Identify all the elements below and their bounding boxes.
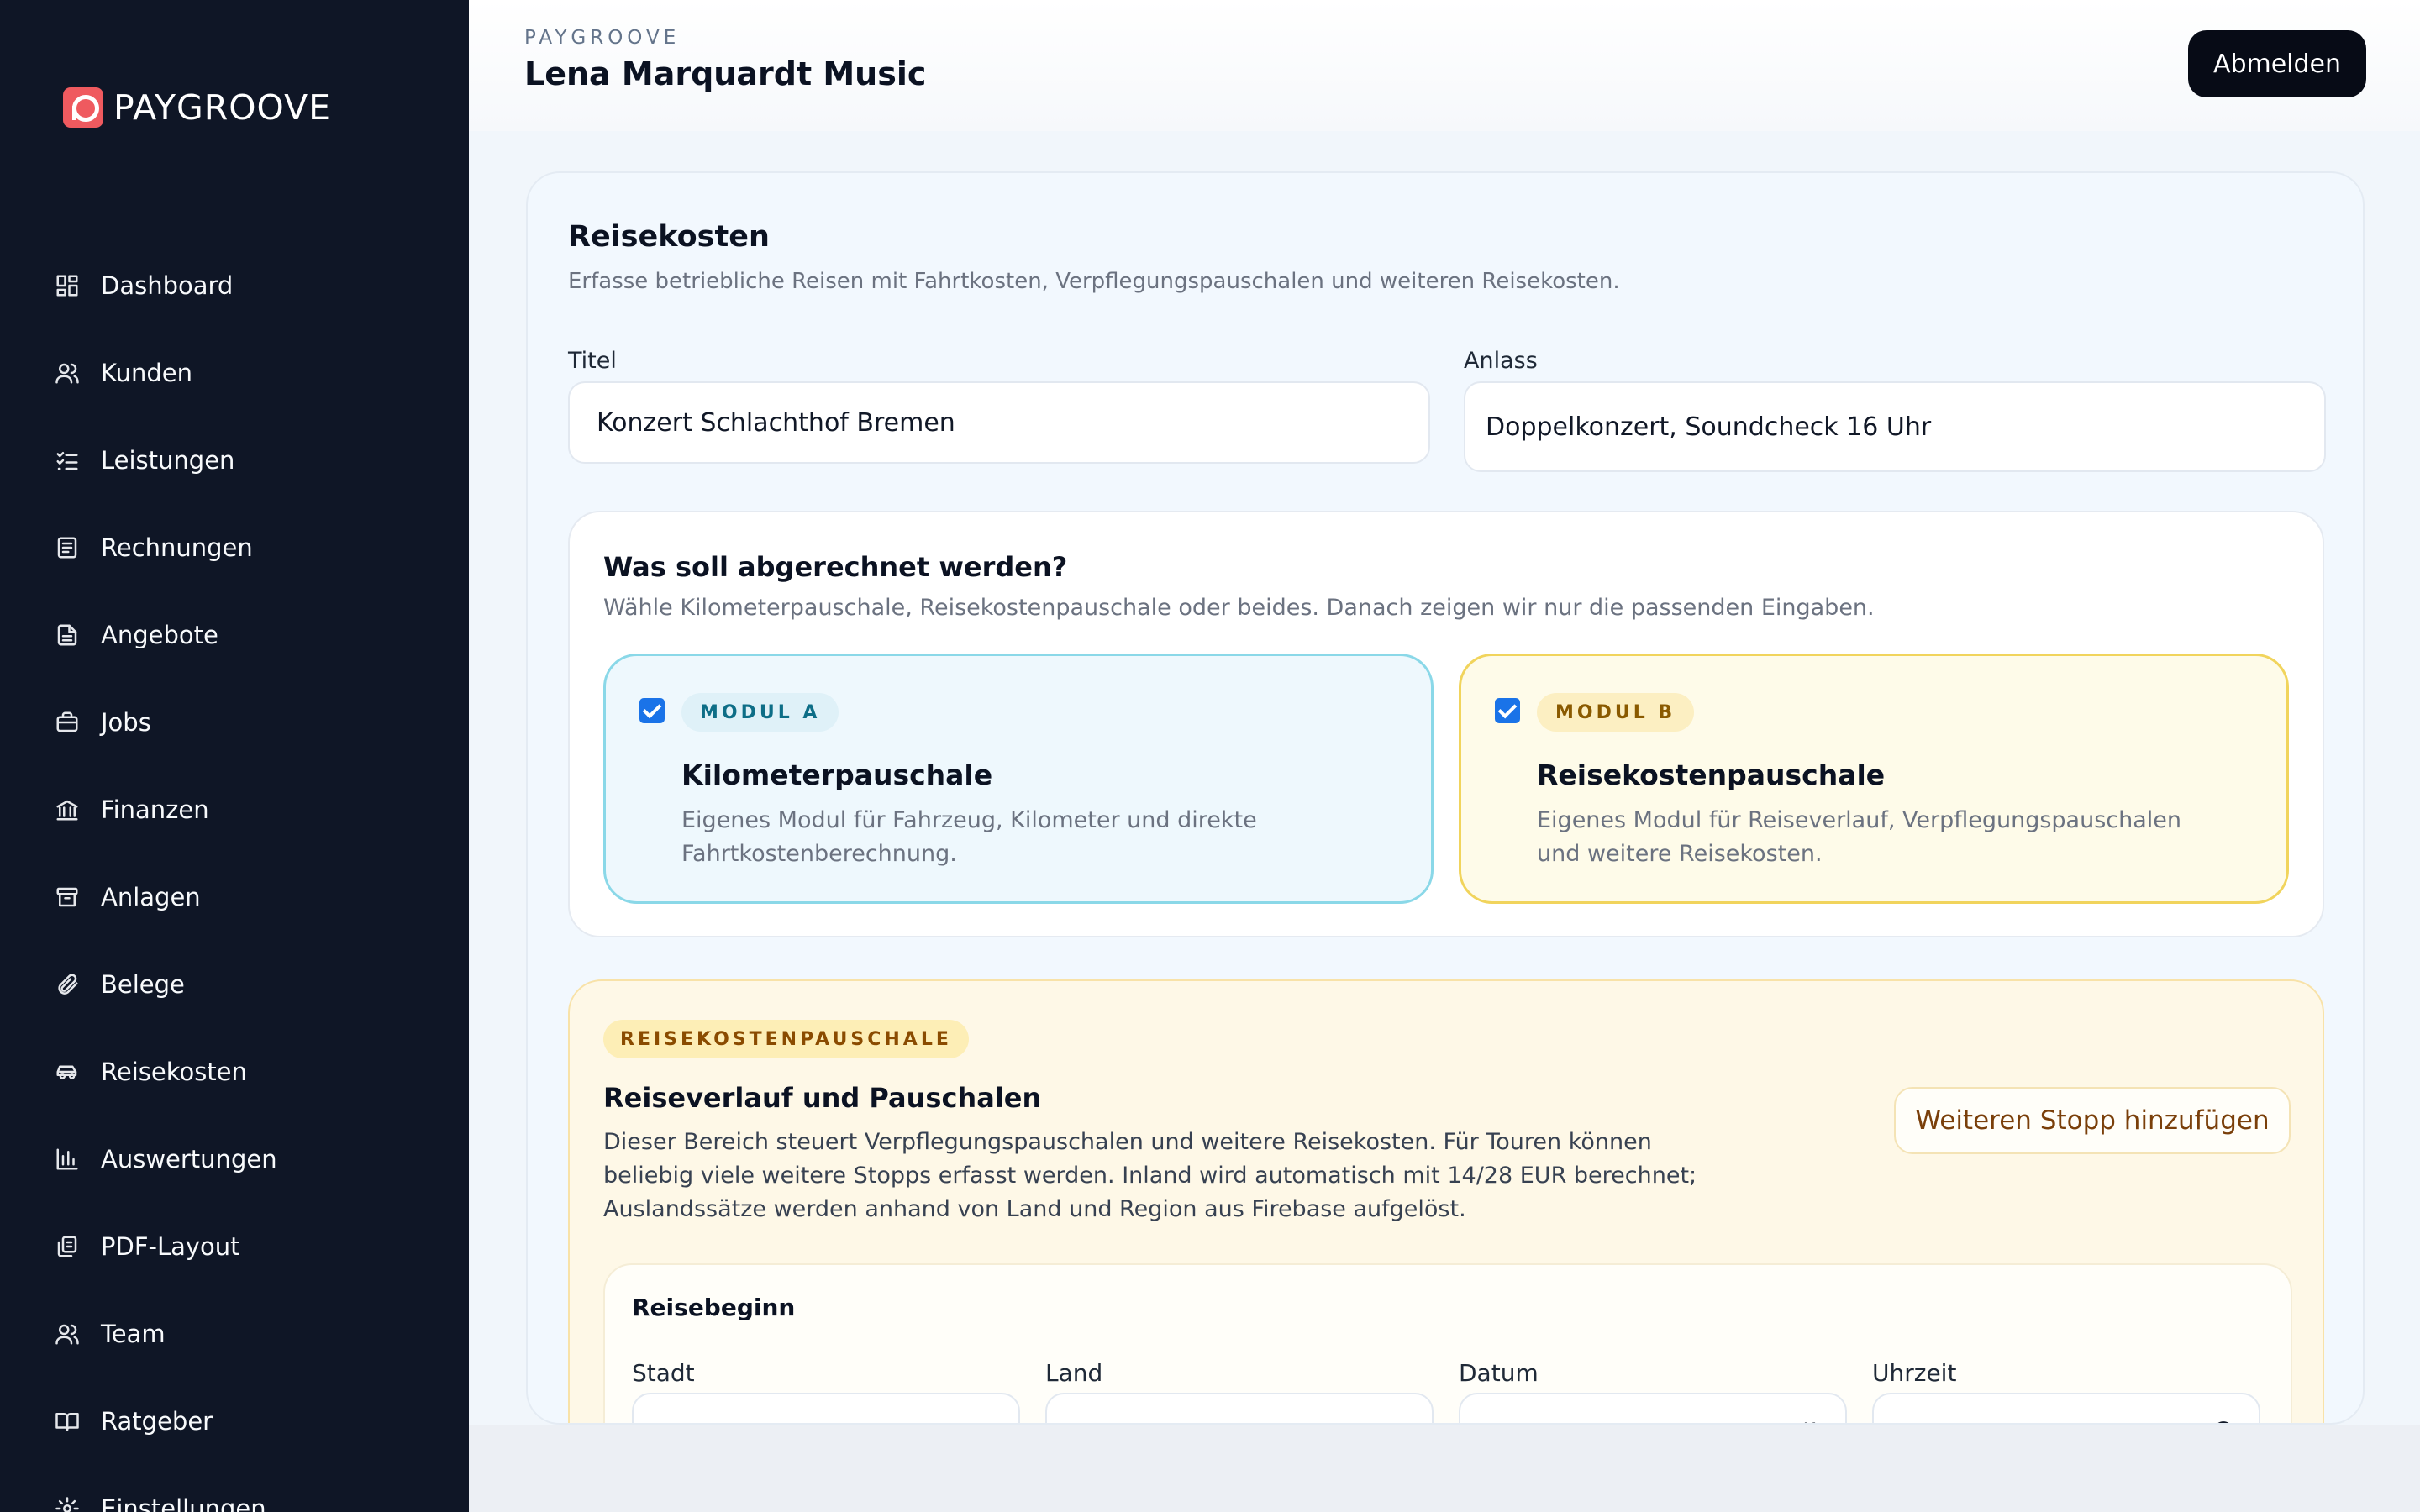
sidebar-item-label: Ratgeber xyxy=(101,1407,213,1436)
top-bar: PAYGROOVE Lena Marquardt Music Abmelden xyxy=(469,0,2420,131)
sidebar-item-label: Finanzen xyxy=(101,795,209,824)
sidebar-item-anlagen[interactable]: Anlagen xyxy=(0,853,469,941)
bottom-strip xyxy=(469,1425,2420,1512)
document-icon xyxy=(54,622,81,648)
sidebar-item-leistungen[interactable]: Leistungen xyxy=(0,417,469,504)
reisekostenpauschale-section: REISEKOSTENPAUSCHALE Reiseverlauf und Pa… xyxy=(568,979,2324,1423)
gear-icon xyxy=(54,1495,81,1512)
land-select[interactable] xyxy=(1045,1393,1434,1423)
sidebar-item-finanzen[interactable]: Finanzen xyxy=(0,766,469,853)
stadt-label: Stadt xyxy=(632,1359,695,1387)
sidebar-item-label: Anlagen xyxy=(101,883,201,911)
datum-input[interactable] xyxy=(1459,1393,1847,1423)
sidebar-item-label: Leistungen xyxy=(101,446,235,475)
sidebar-item-team[interactable]: Team xyxy=(0,1290,469,1378)
sidebar-item-ratgeber[interactable]: Ratgeber xyxy=(0,1378,469,1465)
land-label: Land xyxy=(1045,1359,1103,1387)
sidebar-item-reisekosten[interactable]: Reisekosten xyxy=(0,1028,469,1116)
kilometerpauschale-checkbox[interactable] xyxy=(639,698,665,723)
sidebar-item-label: Team xyxy=(101,1320,166,1348)
anlass-input[interactable] xyxy=(1464,381,2326,472)
paygroove-logo-icon xyxy=(63,87,103,128)
car-icon xyxy=(54,1058,81,1085)
sidebar-item-dashboard[interactable]: Dashboard xyxy=(0,242,469,329)
uhrzeit-label: Uhrzeit xyxy=(1872,1359,1957,1387)
sidebar-nav: Dashboard Kunden Leistungen Rechnungen A… xyxy=(0,242,469,1512)
sidebar: PAYGROOVE Dashboard Kunden Leistungen Re… xyxy=(0,0,469,1512)
main-area: PAYGROOVE Lena Marquardt Music Abmelden … xyxy=(469,0,2420,1512)
sidebar-item-label: Dashboard xyxy=(101,271,234,300)
sidebar-item-label: Rechnungen xyxy=(101,533,253,562)
datum-label: Datum xyxy=(1459,1359,1539,1387)
module-description: Eigenes Modul für Reiseverlauf, Verpfleg… xyxy=(1537,807,2181,867)
module-badge: MODUL B xyxy=(1537,693,1695,732)
reisekostenpauschale-checkbox[interactable] xyxy=(1495,698,1520,723)
module-title: Reisekostenpauschale xyxy=(1537,759,1886,791)
module-reisekostenpauschale[interactable]: MODUL B Reisekostenpauschale Eigenes Mod… xyxy=(1459,654,2289,904)
clock-icon[interactable] xyxy=(2212,1420,2235,1423)
sidebar-item-auswertungen[interactable]: Auswertungen xyxy=(0,1116,469,1203)
brand-kicker: PAYGROOVE xyxy=(524,27,681,49)
module-badge: MODUL A xyxy=(681,693,839,732)
dashboard-icon xyxy=(54,272,81,299)
brand-logo[interactable]: PAYGROOVE xyxy=(63,87,331,128)
sidebar-item-label: Reisekosten xyxy=(101,1058,247,1086)
sidebar-item-label: Auswertungen xyxy=(101,1145,277,1173)
archive-icon xyxy=(54,884,81,911)
sidebar-item-jobs[interactable]: Jobs xyxy=(0,679,469,766)
sidebar-item-rechnungen[interactable]: Rechnungen xyxy=(0,504,469,591)
add-stop-button[interactable]: Weiteren Stopp hinzufügen xyxy=(1894,1087,2291,1154)
team-icon xyxy=(54,1320,81,1347)
reisebeginn-card: Reisebeginn Stadt Land Datum Uhrzeit xyxy=(603,1263,2292,1423)
module-description: Eigenes Modul für Fahrzeug, Kilometer un… xyxy=(681,807,1257,867)
anlass-label: Anlass xyxy=(1464,348,1538,374)
stadt-input[interactable] xyxy=(632,1393,1020,1423)
module-title: Kilometerpauschale xyxy=(681,759,993,791)
sidebar-item-kunden[interactable]: Kunden xyxy=(0,329,469,417)
billing-question: Was soll abgerechnet werden? xyxy=(603,551,1068,583)
page-subtitle: Erfasse betriebliche Reisen mit Fahrtkos… xyxy=(568,269,1620,294)
calendar-icon[interactable] xyxy=(1798,1420,1822,1423)
sidebar-item-pdf-layout[interactable]: PDF-Layout xyxy=(0,1203,469,1290)
sidebar-item-belege[interactable]: Belege xyxy=(0,941,469,1028)
uhrzeit-input[interactable] xyxy=(1872,1393,2260,1423)
titel-input[interactable] xyxy=(568,381,1430,464)
section-badge: REISEKOSTENPAUSCHALE xyxy=(603,1020,969,1058)
book-icon xyxy=(54,1408,81,1435)
billing-hint: Wähle Kilometerpauschale, Reisekostenpau… xyxy=(603,595,1875,621)
bar-chart-icon xyxy=(54,1146,81,1173)
sidebar-item-label: Angebote xyxy=(101,621,218,649)
titel-label: Titel xyxy=(568,348,617,374)
page-title: Reisekosten xyxy=(568,220,770,254)
sidebar-item-label: PDF-Layout xyxy=(101,1232,240,1261)
paperclip-icon xyxy=(54,971,81,998)
brand-name: PAYGROOVE xyxy=(113,87,332,128)
checklist-icon xyxy=(54,447,81,474)
bank-icon xyxy=(54,796,81,823)
invoice-icon xyxy=(54,534,81,561)
logout-button[interactable]: Abmelden xyxy=(2188,30,2366,97)
sidebar-item-label: Jobs xyxy=(101,708,151,737)
sidebar-item-einstellungen[interactable]: Einstellungen xyxy=(0,1465,469,1512)
module-kilometerpauschale[interactable]: MODUL A Kilometerpauschale Eigenes Modul… xyxy=(603,654,1434,904)
briefcase-icon xyxy=(54,709,81,736)
sidebar-item-label: Einstellungen xyxy=(101,1494,266,1512)
pdf-layout-icon xyxy=(54,1233,81,1260)
sidebar-item-label: Belege xyxy=(101,970,185,999)
billing-selection-card: Was soll abgerechnet werden? Wähle Kilom… xyxy=(568,511,2324,937)
section-title: Reiseverlauf und Pauschalen xyxy=(603,1082,1042,1114)
sidebar-item-angebote[interactable]: Angebote xyxy=(0,591,469,679)
sidebar-item-label: Kunden xyxy=(101,359,192,387)
users-icon xyxy=(54,360,81,386)
company-name: Lena Marquardt Music xyxy=(524,55,927,92)
reisebeginn-title: Reisebeginn xyxy=(632,1294,796,1321)
travel-expense-form: Reisekosten Erfasse betriebliche Reisen … xyxy=(526,171,2365,1425)
section-description: Dieser Bereich steuert Verpflegungspausc… xyxy=(603,1129,1697,1222)
